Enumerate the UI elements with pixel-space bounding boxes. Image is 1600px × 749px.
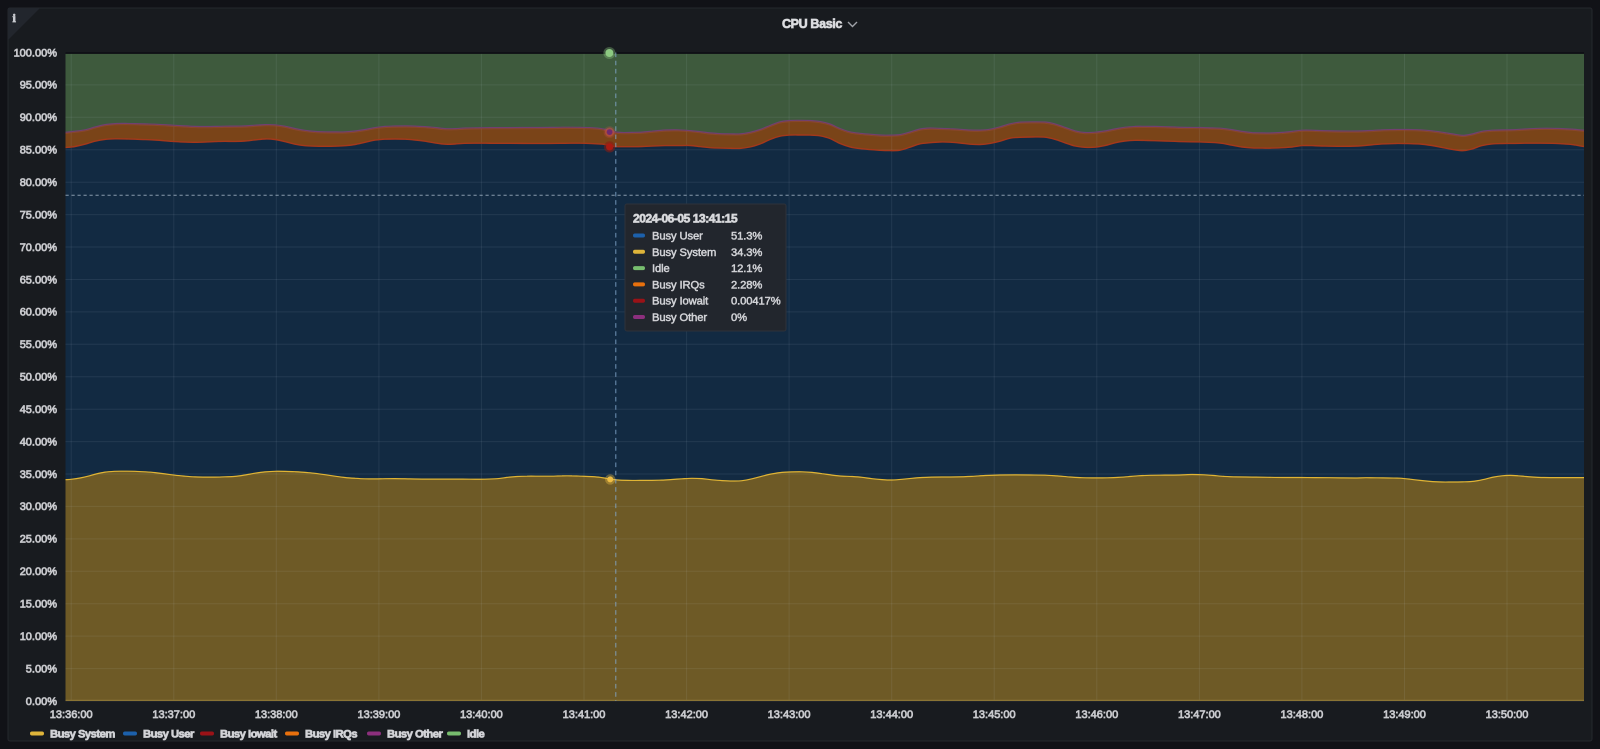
svg-text:Busy System: Busy System <box>50 729 115 741</box>
svg-text:75.00%: 75.00% <box>20 209 58 221</box>
svg-text:12.1%: 12.1% <box>731 263 762 275</box>
svg-text:10.00%: 10.00% <box>20 631 58 643</box>
svg-text:2024-06-05 13:41:15: 2024-06-05 13:41:15 <box>633 212 738 226</box>
svg-text:13:46:00: 13:46:00 <box>1075 709 1118 721</box>
svg-text:Busy System: Busy System <box>652 247 716 259</box>
svg-text:13:43:00: 13:43:00 <box>768 709 811 721</box>
svg-text:25.00%: 25.00% <box>20 534 58 546</box>
svg-text:13:39:00: 13:39:00 <box>357 709 400 721</box>
svg-text:13:42:00: 13:42:00 <box>665 709 708 721</box>
svg-text:Busy Other: Busy Other <box>652 312 707 324</box>
svg-text:13:41:00: 13:41:00 <box>563 709 606 721</box>
svg-text:90.00%: 90.00% <box>20 112 58 124</box>
svg-text:70.00%: 70.00% <box>20 242 58 254</box>
svg-text:5.00%: 5.00% <box>26 663 57 675</box>
svg-text:Idle: Idle <box>652 263 670 275</box>
svg-text:CPU Basic: CPU Basic <box>782 17 842 31</box>
svg-text:55.00%: 55.00% <box>20 339 58 351</box>
svg-text:13:40:00: 13:40:00 <box>460 709 503 721</box>
svg-text:13:47:00: 13:47:00 <box>1178 709 1221 721</box>
svg-text:0.00417%: 0.00417% <box>731 296 781 308</box>
svg-text:2.28%: 2.28% <box>731 279 762 291</box>
svg-text:13:38:00: 13:38:00 <box>255 709 298 721</box>
svg-text:13:44:00: 13:44:00 <box>870 709 913 721</box>
svg-text:13:45:00: 13:45:00 <box>973 709 1016 721</box>
svg-text:100.00%: 100.00% <box>14 47 58 59</box>
svg-text:45.00%: 45.00% <box>20 404 58 416</box>
svg-text:20.00%: 20.00% <box>20 566 58 578</box>
svg-text:Busy Other: Busy Other <box>387 729 443 741</box>
svg-text:80.00%: 80.00% <box>20 177 58 189</box>
svg-text:13:49:00: 13:49:00 <box>1383 709 1426 721</box>
svg-text:15.00%: 15.00% <box>20 599 58 611</box>
svg-text:Idle: Idle <box>467 729 485 741</box>
svg-text:30.00%: 30.00% <box>20 501 58 513</box>
svg-text:65.00%: 65.00% <box>20 274 58 286</box>
svg-text:50.00%: 50.00% <box>20 372 58 384</box>
svg-text:51.3%: 51.3% <box>731 231 762 243</box>
svg-text:35.00%: 35.00% <box>20 469 58 481</box>
svg-text:Busy Iowait: Busy Iowait <box>220 729 277 741</box>
svg-text:40.00%: 40.00% <box>20 436 58 448</box>
svg-text:0.00%: 0.00% <box>26 696 57 708</box>
svg-text:Busy Iowait: Busy Iowait <box>652 296 709 308</box>
svg-text:95.00%: 95.00% <box>20 80 58 92</box>
svg-text:13:36:00: 13:36:00 <box>50 709 93 721</box>
svg-text:60.00%: 60.00% <box>20 307 58 319</box>
svg-text:Busy IRQs: Busy IRQs <box>305 729 357 741</box>
svg-text:Busy User: Busy User <box>652 231 703 243</box>
svg-text:85.00%: 85.00% <box>20 145 58 157</box>
svg-text:13:48:00: 13:48:00 <box>1280 709 1323 721</box>
svg-text:34.3%: 34.3% <box>731 247 762 259</box>
svg-text:Busy IRQs: Busy IRQs <box>652 279 705 291</box>
svg-text:0%: 0% <box>731 312 747 324</box>
svg-text:13:50:00: 13:50:00 <box>1486 709 1529 721</box>
svg-text:13:37:00: 13:37:00 <box>152 709 195 721</box>
svg-text:Busy User: Busy User <box>143 729 195 741</box>
